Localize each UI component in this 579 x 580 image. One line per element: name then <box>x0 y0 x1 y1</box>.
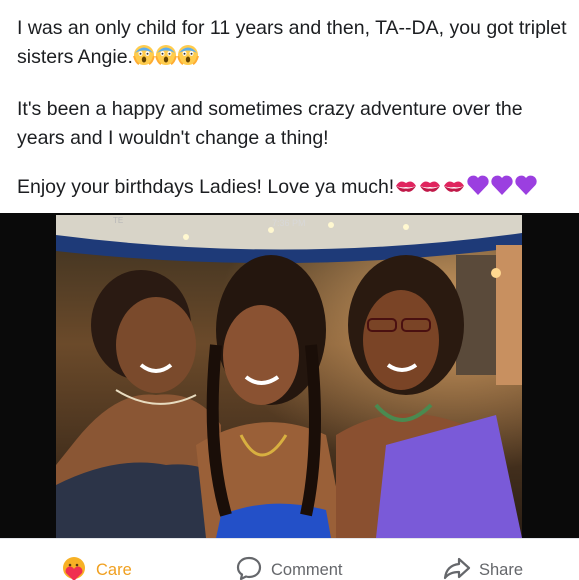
post-text: I was an only child for 11 years and the… <box>17 14 567 225</box>
purple-heart-emoji-icon <box>490 174 514 205</box>
care-reaction-icon <box>60 555 88 580</box>
action-bar-divider <box>0 538 579 539</box>
purple-heart-emoji-icon <box>514 174 538 205</box>
action-bar: Care Comment Share <box>0 545 579 580</box>
comment-button[interactable]: Comment <box>235 555 343 580</box>
post-photo[interactable]: TE 7:36 PM <box>0 213 579 538</box>
share-label: Share <box>479 561 524 579</box>
photo-timestamp: 7:36 PM <box>272 218 306 228</box>
facebook-post: I was an only child for 11 years and the… <box>0 0 579 580</box>
post-paragraph-1-text: I was an only child for 11 years and the… <box>17 17 567 68</box>
post-paragraph-3: Enjoy your birthdays Ladies! Love ya muc… <box>17 173 567 205</box>
care-label: Care <box>96 561 132 579</box>
photo-corner-tag: TE <box>113 216 124 225</box>
share-button[interactable]: Share <box>443 555 523 580</box>
photo-image: TE 7:36 PM <box>56 215 522 538</box>
screaming-face-emoji-icon <box>155 44 177 75</box>
screaming-face-emoji-icon <box>133 44 155 75</box>
kiss-mark-emoji-icon <box>394 176 418 205</box>
post-paragraph-1: I was an only child for 11 years and the… <box>17 14 567 75</box>
kiss-mark-emoji-icon <box>418 176 442 205</box>
screaming-face-emoji-icon <box>177 44 199 75</box>
care-button[interactable]: Care <box>60 555 132 580</box>
comment-icon <box>235 555 263 580</box>
comment-label: Comment <box>271 561 343 579</box>
kiss-mark-emoji-icon <box>442 176 466 205</box>
purple-heart-emoji-icon <box>466 174 490 205</box>
post-paragraph-2: It's been a happy and sometimes crazy ad… <box>17 98 523 149</box>
post-paragraph-3-text: Enjoy your birthdays Ladies! Love ya muc… <box>17 176 395 198</box>
share-icon <box>443 555 471 580</box>
